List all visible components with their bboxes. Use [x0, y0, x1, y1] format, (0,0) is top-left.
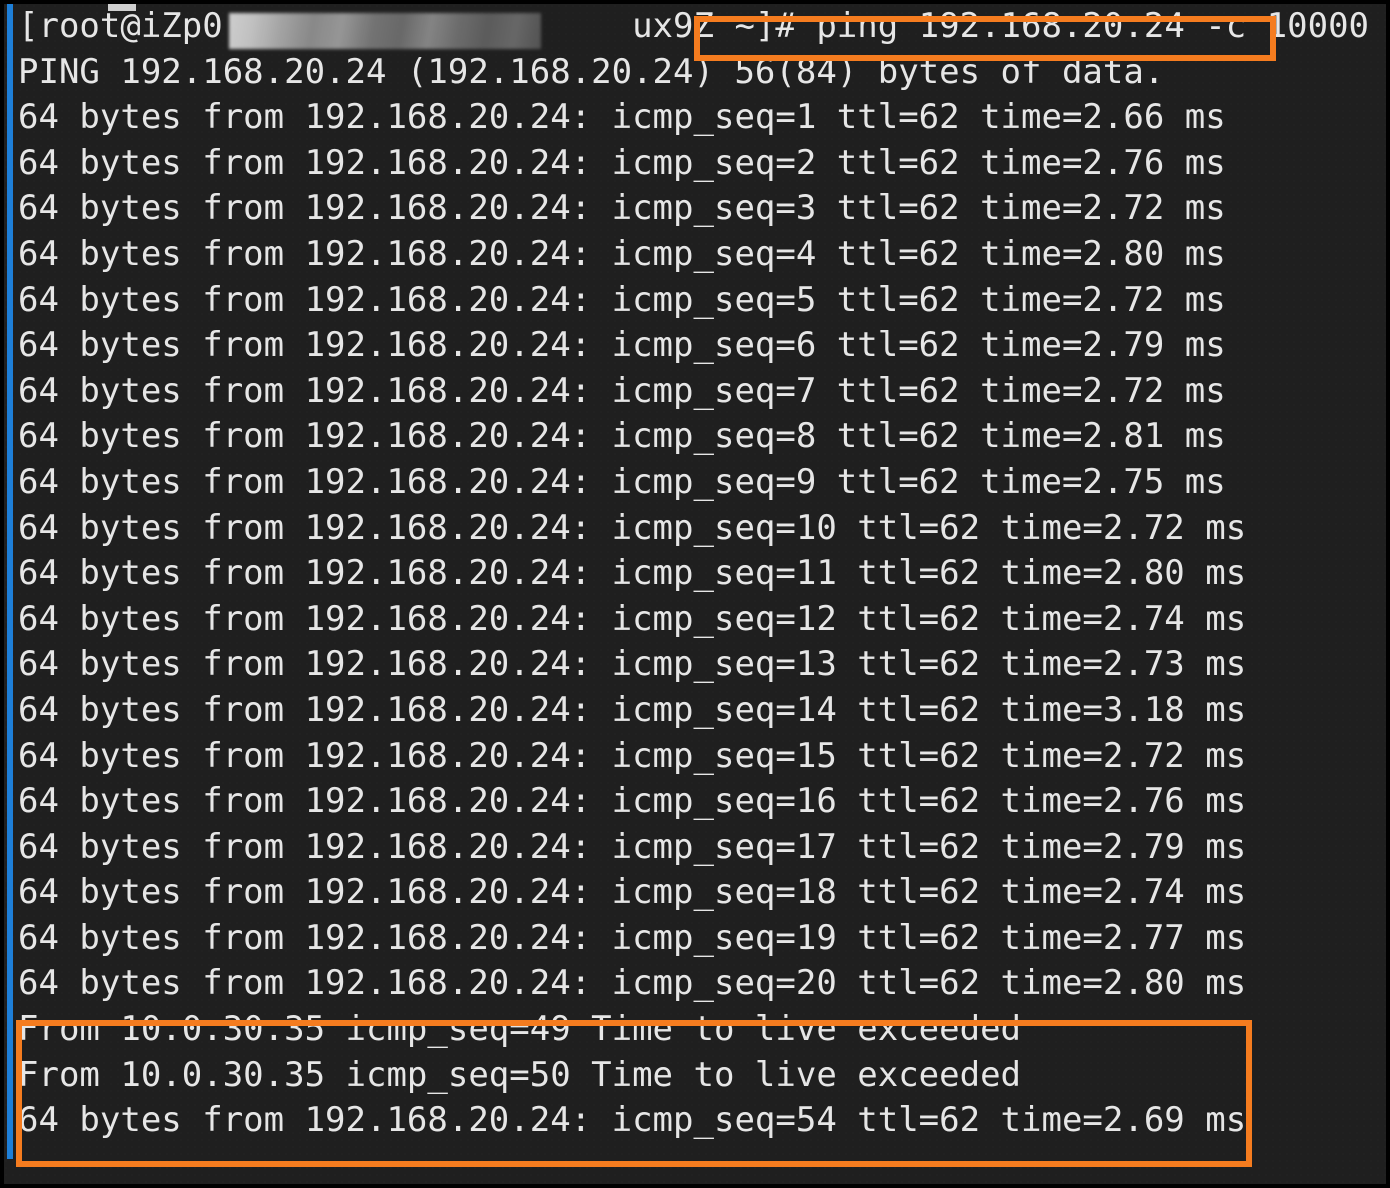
ping-reply-line: 64 bytes from 192.168.20.24: icmp_seq=54…	[18, 1100, 1247, 1141]
terminal-window[interactable]: [root@iZp0 ux9Z ~]# ping 192.168.20.24 -…	[4, 4, 1386, 1184]
ttl-exceeded-line: From 10.0.30.35 icmp_seq=50 Time to live…	[18, 1054, 1022, 1095]
scrollback-remnant-glyph	[108, 4, 136, 11]
terminal-output: [root@iZp0 ux9Z ~]# ping 192.168.20.24 -…	[18, 4, 1386, 1144]
ping-reply-line: 64 bytes from 192.168.20.24: icmp_seq=16…	[18, 781, 1247, 822]
ping-reply-line: 64 bytes from 192.168.20.24: icmp_seq=13…	[18, 644, 1247, 685]
ping-reply-line: 64 bytes from 192.168.20.24: icmp_seq=18…	[18, 872, 1247, 913]
ping-reply-line: 64 bytes from 192.168.20.24: icmp_seq=19…	[18, 917, 1247, 958]
ping-reply-line: 64 bytes from 192.168.20.24: icmp_seq=6 …	[18, 325, 1226, 366]
terminal-screenshot: [root@iZp0 ux9Z ~]# ping 192.168.20.24 -…	[0, 0, 1390, 1188]
ping-reply-line: 64 bytes from 192.168.20.24: icmp_seq=12…	[18, 598, 1247, 639]
redacted-hostname-blur	[229, 13, 541, 49]
ping-reply-line: 64 bytes from 192.168.20.24: icmp_seq=11…	[18, 553, 1247, 594]
ttl-exceeded-line: From 10.0.30.35 icmp_seq=49 Time to live…	[18, 1009, 1022, 1050]
ping-reply-line: 64 bytes from 192.168.20.24: icmp_seq=17…	[18, 826, 1247, 867]
ping-reply-line: 64 bytes from 192.168.20.24: icmp_seq=14…	[18, 689, 1247, 730]
prompt-line: [root@iZp0 ux9Z ~]# ping 192.168.20.24 -…	[18, 4, 1386, 50]
terminal-gutter-indicator	[7, 4, 13, 1159]
ping-reply-line: 64 bytes from 192.168.20.24: icmp_seq=10…	[18, 507, 1247, 548]
ping-reply-line: 64 bytes from 192.168.20.24: icmp_seq=4 …	[18, 233, 1226, 274]
ping-reply-line: 64 bytes from 192.168.20.24: icmp_seq=7 …	[18, 370, 1226, 411]
ping-header-line: PING 192.168.20.24 (192.168.20.24) 56(84…	[18, 51, 1165, 92]
ping-reply-line: 64 bytes from 192.168.20.24: icmp_seq=15…	[18, 735, 1247, 776]
ping-command[interactable]: ping 192.168.20.24 -c 10000	[816, 6, 1369, 46]
ping-reply-line: 64 bytes from 192.168.20.24: icmp_seq=2 …	[18, 142, 1226, 183]
ping-reply-line: 64 bytes from 192.168.20.24: icmp_seq=5 …	[18, 279, 1226, 320]
ping-reply-line: 64 bytes from 192.168.20.24: icmp_seq=8 …	[18, 416, 1226, 457]
ping-reply-line: 64 bytes from 192.168.20.24: icmp_seq=20…	[18, 963, 1247, 1004]
ping-reply-line: 64 bytes from 192.168.20.24: icmp_seq=1 …	[18, 97, 1226, 138]
ping-reply-line: 64 bytes from 192.168.20.24: icmp_seq=9 …	[18, 461, 1226, 502]
ping-reply-line: 64 bytes from 192.168.20.24: icmp_seq=3 …	[18, 188, 1226, 229]
